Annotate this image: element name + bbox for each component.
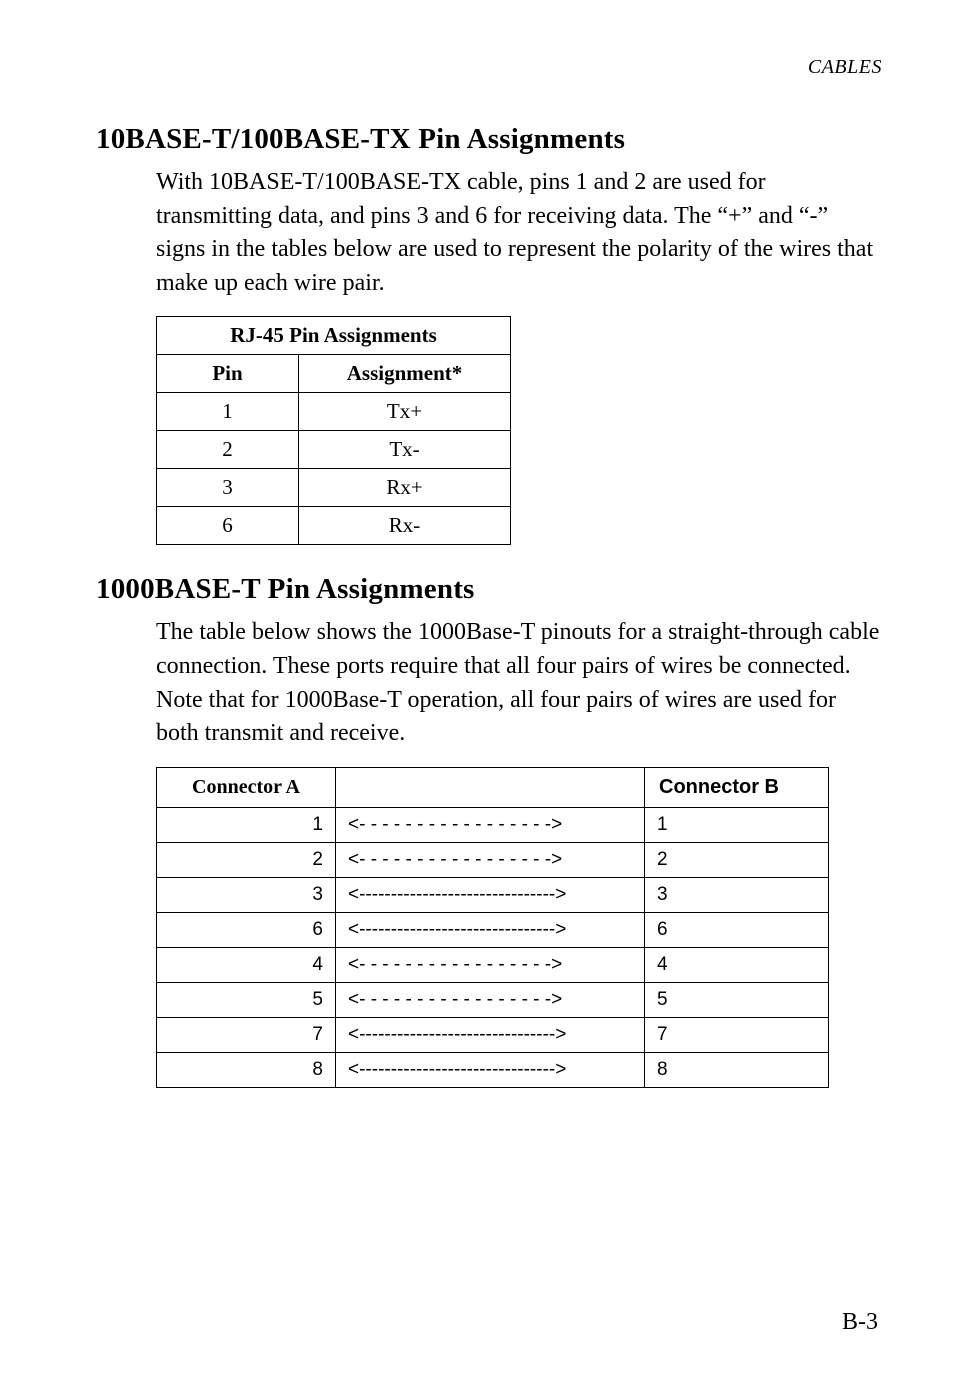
conn-a: 4 <box>157 947 336 982</box>
conn-b: 3 <box>645 877 829 912</box>
page: CABLES 10BASE-T/100BASE-TX Pin Assignmen… <box>0 0 954 1388</box>
conn-a: 1 <box>157 807 336 842</box>
rj45-pin: 1 <box>157 393 299 431</box>
table-row: 8 <-------------------------------> 8 <box>157 1052 829 1087</box>
table-row: 6 Rx- <box>157 507 511 545</box>
conn-a: 2 <box>157 842 336 877</box>
conn-b: 6 <box>645 912 829 947</box>
connector-pinout-table: Connector A Connector B 1 <- - - - - - -… <box>156 767 829 1088</box>
conn-a: 3 <box>157 877 336 912</box>
rj45-assignment: Tx+ <box>299 393 511 431</box>
page-number: B-3 <box>842 1309 878 1336</box>
table-row: 1 Tx+ <box>157 393 511 431</box>
rj45-assignment: Tx- <box>299 431 511 469</box>
table-row: 3 <-------------------------------> 3 <box>157 877 829 912</box>
conn-b: 2 <box>645 842 829 877</box>
conn-arrow: <- - - - - - - - - - - - - - - - -> <box>336 947 645 982</box>
conn-b: 5 <box>645 982 829 1017</box>
section-1-title: 10BASE-T/100BASE-TX Pin Assignments <box>96 123 882 156</box>
table-row: 3 Rx+ <box>157 469 511 507</box>
conn-a: 8 <box>157 1052 336 1087</box>
section-2-paragraph: The table below shows the 1000Base-T pin… <box>156 616 882 750</box>
table-row: 5 <- - - - - - - - - - - - - - - - -> 5 <box>157 982 829 1017</box>
table-row: 6 <-------------------------------> 6 <box>157 912 829 947</box>
rj45-assignment: Rx- <box>299 507 511 545</box>
rj45-pin: 3 <box>157 469 299 507</box>
conn-head-spacer <box>336 767 645 807</box>
running-header: CABLES <box>96 56 882 79</box>
conn-arrow: <-------------------------------> <box>336 877 645 912</box>
rj45-head-pin: Pin <box>157 355 299 393</box>
conn-arrow: <- - - - - - - - - - - - - - - - -> <box>336 807 645 842</box>
table-row: 1 <- - - - - - - - - - - - - - - - -> 1 <box>157 807 829 842</box>
conn-arrow: <-------------------------------> <box>336 1017 645 1052</box>
rj45-pin: 2 <box>157 431 299 469</box>
section-1-paragraph: With 10BASE-T/100BASE-TX cable, pins 1 a… <box>156 166 882 300</box>
conn-b: 4 <box>645 947 829 982</box>
table-row: 4 <- - - - - - - - - - - - - - - - -> 4 <box>157 947 829 982</box>
rj45-pin-assignments-table: RJ-45 Pin Assignments Pin Assignment* 1 … <box>156 316 511 545</box>
conn-b: 7 <box>645 1017 829 1052</box>
conn-b: 8 <box>645 1052 829 1087</box>
conn-arrow: <- - - - - - - - - - - - - - - - -> <box>336 842 645 877</box>
conn-head-a: Connector A <box>157 767 336 807</box>
conn-arrow: <-------------------------------> <box>336 912 645 947</box>
rj45-assignment: Rx+ <box>299 469 511 507</box>
conn-b: 1 <box>645 807 829 842</box>
conn-arrow: <- - - - - - - - - - - - - - - - -> <box>336 982 645 1017</box>
conn-a: 7 <box>157 1017 336 1052</box>
rj45-table-caption: RJ-45 Pin Assignments <box>157 317 511 355</box>
conn-a: 5 <box>157 982 336 1017</box>
conn-a: 6 <box>157 912 336 947</box>
rj45-pin: 6 <box>157 507 299 545</box>
section-2-title: 1000BASE-T Pin Assignments <box>96 573 882 606</box>
table-row: 2 <- - - - - - - - - - - - - - - - -> 2 <box>157 842 829 877</box>
table-row: 2 Tx- <box>157 431 511 469</box>
table-row: 7 <-------------------------------> 7 <box>157 1017 829 1052</box>
rj45-head-assignment: Assignment* <box>299 355 511 393</box>
conn-arrow: <-------------------------------> <box>336 1052 645 1087</box>
conn-head-b: Connector B <box>645 767 829 807</box>
